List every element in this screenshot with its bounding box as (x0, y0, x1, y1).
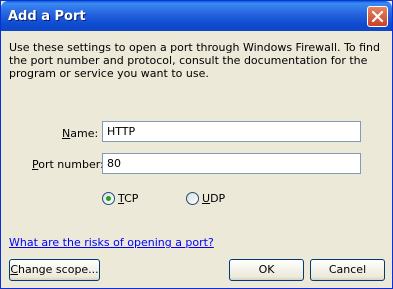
risks-link[interactable]: What are the risks of opening a port? (9, 236, 214, 249)
name-label-access-key: N (62, 127, 71, 140)
port-label-text: ort number: (38, 158, 104, 171)
udp-access-key: U (202, 192, 211, 205)
radio-unselected-icon[interactable] (186, 192, 199, 205)
close-button[interactable] (367, 6, 388, 27)
description-text: Use these settings to open a port throug… (9, 41, 380, 80)
udp-label-text: DP (210, 192, 226, 205)
name-label: Name: (62, 127, 98, 140)
tcp-label: TCP (118, 192, 138, 205)
radio-selected-icon[interactable] (102, 192, 115, 205)
change-scope-button[interactable]: Change scope... (9, 259, 100, 281)
title-bar[interactable]: Add a Port (1, 1, 392, 31)
close-icon (371, 10, 384, 23)
tcp-label-text: CP (124, 192, 139, 205)
window-title: Add a Port (8, 9, 86, 24)
dialog-body: Use these settings to open a port throug… (1, 31, 392, 288)
udp-radio-option[interactable]: UDP (186, 192, 225, 205)
change-scope-text: hange scope... (18, 263, 99, 276)
change-scope-access-key: C (10, 263, 18, 276)
port-number-label: Port number: (32, 158, 104, 171)
tcp-radio-option[interactable]: TCP (102, 192, 138, 205)
udp-label: UDP (202, 192, 225, 205)
port-number-input[interactable] (102, 153, 361, 174)
cancel-button[interactable]: Cancel (310, 259, 385, 281)
name-label-text: ame: (70, 127, 99, 140)
name-input[interactable] (102, 121, 361, 142)
add-port-dialog: Add a Port Use these settings to open a … (0, 0, 393, 289)
ok-button[interactable]: OK (229, 259, 304, 281)
